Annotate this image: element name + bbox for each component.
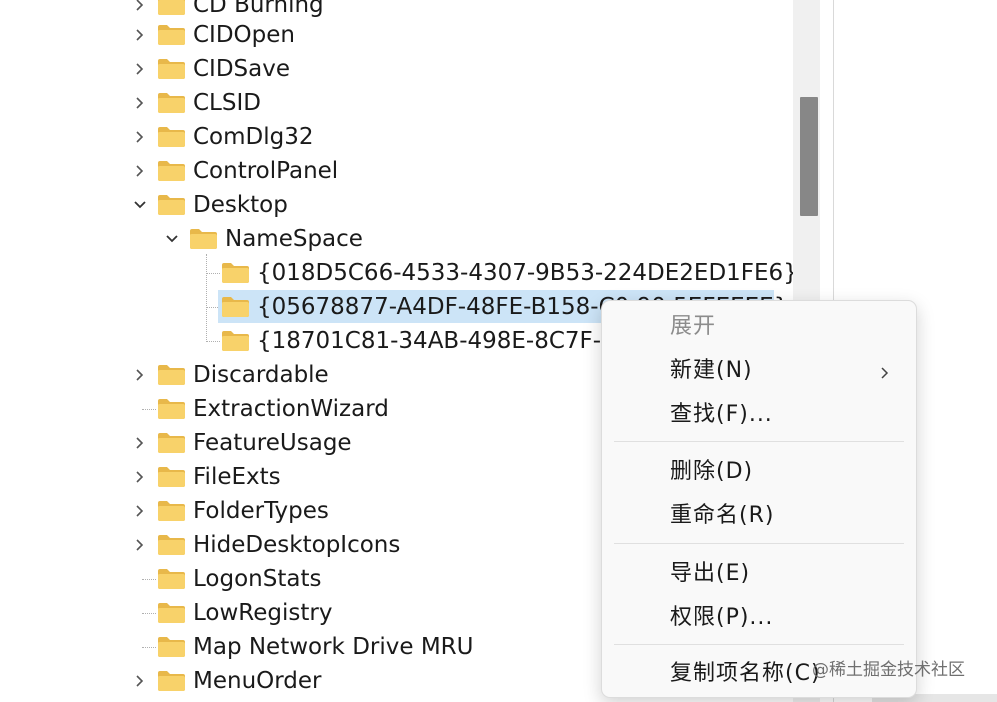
- tree-item[interactable]: NameSpace: [0, 222, 793, 256]
- chevron-right-icon[interactable]: [133, 62, 147, 76]
- menu-item-expand: 展开: [602, 307, 916, 347]
- chevron-right-icon[interactable]: [133, 470, 147, 484]
- tree-scrollbar-thumb[interactable]: [800, 97, 818, 216]
- folder-icon: [189, 228, 218, 250]
- tree-item-label: CLSID: [193, 90, 261, 116]
- chevron-right-icon[interactable]: [133, 436, 147, 450]
- chevron-down-icon[interactable]: [133, 198, 147, 212]
- folder-icon: [221, 296, 250, 318]
- tree-item-label: {018D5C66-4533-4307-9B53-224DE2ED1FE6}: [257, 260, 793, 286]
- tree-item[interactable]: ComDlg32: [0, 120, 793, 154]
- folder-icon: [157, 500, 186, 522]
- tree-item-label: FolderTypes: [193, 498, 329, 524]
- menu-item-label: 查找(F)...: [670, 402, 773, 427]
- folder-icon: [157, 194, 186, 216]
- tree-item-label: {18701C81-34AB-498E-8C7F-5: [257, 328, 616, 354]
- tree-item-label: ControlPanel: [193, 158, 339, 184]
- menu-item-export[interactable]: 导出(E): [602, 554, 916, 594]
- tree-item[interactable]: ControlPanel: [0, 154, 793, 188]
- folder-icon: [157, 568, 186, 590]
- chevron-right-icon[interactable]: [133, 28, 147, 42]
- folder-icon: [157, 670, 186, 692]
- chevron-right-icon: [880, 365, 890, 379]
- chevron-right-icon[interactable]: [133, 504, 147, 518]
- folder-icon: [157, 466, 186, 488]
- tree-item-label: Desktop: [193, 192, 288, 218]
- watermark-text: @稀土掘金技术社区: [812, 660, 965, 680]
- tree-item-label: NameSpace: [225, 226, 363, 252]
- menu-item-delete[interactable]: 删除(D): [602, 452, 916, 492]
- folder-icon: [221, 262, 250, 284]
- folder-icon: [157, 636, 186, 658]
- tree-item[interactable]: CIDOpen: [0, 18, 793, 52]
- folder-icon: [157, 160, 186, 182]
- menu-item-new[interactable]: 新建(N): [602, 351, 916, 391]
- menu-separator: [614, 543, 904, 544]
- folder-icon: [157, 398, 186, 420]
- tree-item[interactable]: CLSID: [0, 86, 793, 120]
- chevron-right-icon[interactable]: [133, 368, 147, 382]
- folder-icon: [157, 126, 186, 148]
- chevron-right-icon[interactable]: [133, 0, 147, 12]
- tree-item-label: HideDesktopIcons: [193, 532, 401, 558]
- menu-item-permissions[interactable]: 权限(P)...: [602, 598, 916, 638]
- chevron-right-icon[interactable]: [133, 130, 147, 144]
- tree-item-label: CIDOpen: [193, 22, 295, 48]
- folder-icon: [157, 534, 186, 556]
- folder-icon: [157, 58, 186, 80]
- menu-separator: [614, 644, 904, 645]
- tree-item-label: Map Network Drive MRU: [193, 634, 474, 660]
- chevron-right-icon[interactable]: [133, 164, 147, 178]
- chevron-down-icon[interactable]: [165, 232, 179, 246]
- menu-item-label: 复制项名称(C): [670, 661, 821, 686]
- folder-icon: [221, 330, 250, 352]
- chevron-right-icon[interactable]: [133, 538, 147, 552]
- tree-item-label: LowRegistry: [193, 600, 333, 626]
- context-menu: 展开 新建(N) 查找(F)... 删除(D) 重命名(R) 导出(E) 权限(…: [601, 300, 917, 698]
- chevron-right-icon[interactable]: [133, 674, 147, 688]
- tree-item-label: LogonStats: [193, 566, 322, 592]
- tree-item-label: FileExts: [193, 464, 281, 490]
- menu-item-label: 权限(P)...: [670, 605, 774, 630]
- folder-icon: [157, 602, 186, 624]
- folder-icon: [157, 0, 186, 16]
- menu-item-label: 重命名(R): [670, 503, 775, 528]
- menu-item-label: 展开: [670, 314, 717, 339]
- menu-separator: [614, 441, 904, 442]
- tree-item-label: FeatureUsage: [193, 430, 352, 456]
- tree-item[interactable]: Desktop: [0, 188, 793, 222]
- menu-item-label: 导出(E): [670, 561, 751, 586]
- folder-icon: [157, 24, 186, 46]
- tree-item[interactable]: CIDSave: [0, 52, 793, 86]
- menu-item-label: 新建(N): [670, 358, 753, 383]
- folder-icon: [157, 432, 186, 454]
- tree-item-label: ExtractionWizard: [193, 396, 389, 422]
- tree-item[interactable]: {018D5C66-4533-4307-9B53-224DE2ED1FE6}: [0, 256, 793, 290]
- menu-item-rename[interactable]: 重命名(R): [602, 496, 916, 536]
- tree-item-label: ComDlg32: [193, 124, 314, 150]
- folder-icon: [157, 92, 186, 114]
- chevron-right-icon[interactable]: [133, 96, 147, 110]
- tree-item-label: Discardable: [193, 362, 329, 388]
- folder-icon: [157, 364, 186, 386]
- menu-item-label: 删除(D): [670, 459, 754, 484]
- menu-item-find[interactable]: 查找(F)...: [602, 395, 916, 435]
- tree-item-label: CIDSave: [193, 56, 291, 82]
- tree-item-label: MenuOrder: [193, 668, 322, 694]
